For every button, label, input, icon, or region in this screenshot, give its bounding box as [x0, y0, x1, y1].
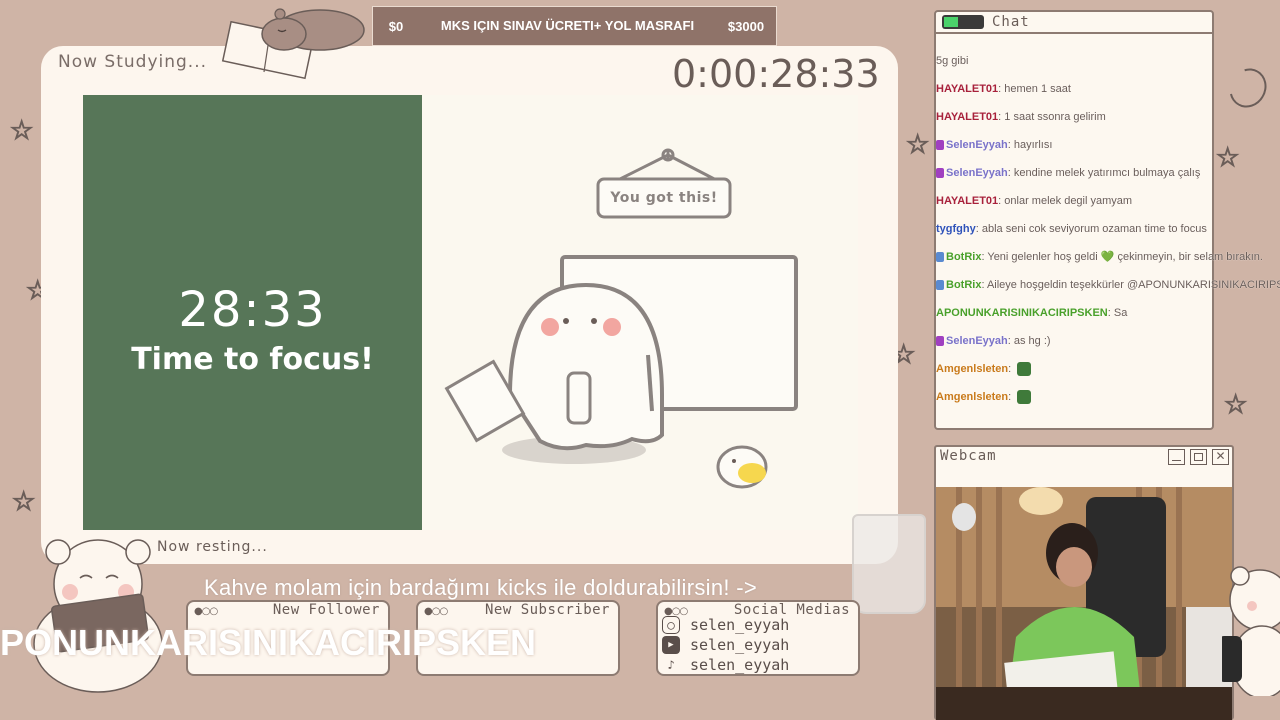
social-youtube: ▶ selen_eyyah	[662, 636, 789, 654]
bear-with-board-icon	[33, 539, 163, 693]
minimize-icon[interactable]	[1168, 449, 1185, 465]
chat-username[interactable]: SelenEyyah	[946, 167, 1008, 179]
chat-message: HAYALET01: hemen 1 saat	[936, 80, 1280, 108]
chat-message: SelenEyyah: as hg :)	[936, 332, 1280, 360]
now-resting-label: Now resting...	[157, 539, 268, 555]
youtube-icon: ▶	[662, 636, 680, 654]
webcam-feed	[936, 487, 1232, 720]
chat-message: BotRix: Yeni gelenler hoş geldi 💚 çekinm…	[936, 248, 1280, 276]
donation-goal-bar: $0 MKS IÇIN SINAV ÜCRETI+ YOL MASRAFI $3…	[372, 6, 777, 46]
chat-text: : onlar melek degil yamyam	[998, 195, 1133, 207]
study-illustration	[422, 95, 858, 530]
now-studying-label: Now Studying...	[58, 52, 208, 72]
goal-max: $3000	[727, 18, 765, 34]
chat-message: 5g gibi	[936, 52, 1280, 80]
chat-text: 5g gibi	[936, 55, 969, 67]
chat-badge-icon	[936, 252, 944, 263]
chat-username[interactable]: BotRix	[946, 251, 981, 263]
chat-username[interactable]: Amgenlsleten	[936, 363, 1008, 375]
emote-icon	[1017, 390, 1032, 405]
tiktok-handle: selen_eyyah	[690, 656, 790, 674]
maximize-icon[interactable]	[1190, 449, 1207, 465]
chat-username[interactable]: Amgenlsleten	[936, 391, 1008, 403]
chat-username[interactable]: BotRix	[946, 279, 981, 291]
star-icon: ☆	[905, 129, 930, 160]
goal-title: MKS IÇIN SINAV ÜCRETI+ YOL MASRAFI	[440, 18, 695, 33]
webcam-window: Webcam ✕	[934, 445, 1234, 720]
ghost-whiteboard-illustration	[444, 148, 798, 489]
goal-min: $0	[388, 18, 404, 34]
chat-username[interactable]: SelenEyyah	[946, 335, 1008, 347]
chat-text: : kendine melek yatırımcı bulmaya çalış	[1007, 167, 1201, 179]
glass-icon	[852, 514, 926, 614]
chat-text: : 1 saat ssonra gelirim	[998, 111, 1106, 123]
sign-text: You got this!	[610, 190, 718, 206]
chat-message: Amgenlsleten:	[936, 360, 1280, 388]
chat-badge-icon	[936, 168, 944, 179]
close-icon[interactable]: ✕	[1212, 449, 1229, 465]
chat-badge-icon	[936, 336, 944, 347]
bear-peeking-icon	[1222, 566, 1280, 696]
window-dots-icon: ●○○	[194, 606, 218, 617]
chat-username[interactable]: HAYALET01	[936, 195, 998, 207]
session-timer: 0:00:28:33	[672, 52, 880, 96]
kick-donation-message: Kahve molam için bardağımı kicks ile dol…	[204, 575, 757, 600]
chat-username[interactable]: tygfghy	[936, 223, 976, 235]
star-icon: ☆	[11, 486, 36, 517]
chat-message: APONUNKARISINIKACIRIPSKEN: Sa	[936, 304, 1280, 332]
new-follower-title: New Follower	[272, 602, 380, 618]
chat-message: BotRix: Aileye hoşgeldin teşekkürler @AP…	[936, 276, 1280, 304]
chat-username[interactable]: SelenEyyah	[946, 139, 1008, 151]
chat-message: Amgenlsleten:	[936, 388, 1280, 416]
chat-header: Chat	[936, 12, 1212, 34]
tiktok-icon: ♪	[667, 658, 675, 672]
chat-text: : hemen 1 saat	[998, 83, 1071, 95]
social-medias-box: ●○○ Social Medias ◯ selen_eyyah ▶ selen_…	[656, 600, 860, 676]
chat-message: tygfghy: abla seni cok seviyorum ozaman …	[936, 220, 1280, 248]
chat-username[interactable]: HAYALET01	[936, 111, 998, 123]
window-dots-icon: ●○○	[424, 606, 448, 617]
social-instagram: ◯ selen_eyyah	[662, 616, 789, 634]
webcam-title: Webcam	[940, 448, 997, 464]
pomodoro-timer: 28:33	[178, 282, 327, 338]
chat-message: HAYALET01: onlar melek degil yamyam	[936, 192, 1280, 220]
chat-text: : as hg :)	[1007, 335, 1051, 347]
focus-message: Time to focus!	[131, 342, 374, 377]
chat-text: : Yeni gelenler hoş geldi 💚 çekinmeyin, …	[981, 251, 1263, 263]
star-icon: ☆	[9, 115, 34, 146]
emote-icon	[1017, 362, 1032, 377]
new-subscriber-title: New Subscriber	[484, 602, 610, 618]
chat-username[interactable]: HAYALET01	[936, 83, 998, 95]
chat-text: : Sa	[1107, 307, 1128, 319]
chat-message: SelenEyyah: kendine melek yatırımcı bulm…	[936, 164, 1280, 192]
chat-badge-icon	[936, 140, 944, 151]
chat-username[interactable]: APONUNKARISINIKACIRIPSKEN	[936, 307, 1108, 319]
social-tiktok: ♪ selen_eyyah	[662, 656, 789, 674]
chat-text: : Aileye hoşgeldin teşekkürler @APONUNKA…	[981, 279, 1280, 291]
live-badge-icon	[942, 15, 984, 29]
chat-title: Chat	[992, 14, 1030, 30]
capybara-sleeping-icon	[221, 8, 365, 80]
chat-text: :	[1008, 363, 1012, 375]
chat-text: :	[1008, 391, 1012, 403]
instagram-handle: selen_eyyah	[690, 616, 790, 634]
chat-message: SelenEyyah: hayırlısı	[936, 136, 1280, 164]
youtube-handle: selen_eyyah	[690, 636, 790, 654]
follower-alert-name: PONUNKARISINIKACIRIPSKEN	[0, 622, 537, 663]
chat-badge-icon	[936, 280, 944, 291]
chat-message: HAYALET01: 1 saat ssonra gelirim	[936, 108, 1280, 136]
chat-text: : abla seni cok seviyorum ozaman time to…	[975, 223, 1207, 235]
instagram-icon: ◯	[662, 616, 680, 634]
chat-messages: 5g gibi HAYALET01: hemen 1 saat HAYALET01:…	[936, 52, 1280, 416]
chat-text: : hayırlısı	[1007, 139, 1053, 151]
